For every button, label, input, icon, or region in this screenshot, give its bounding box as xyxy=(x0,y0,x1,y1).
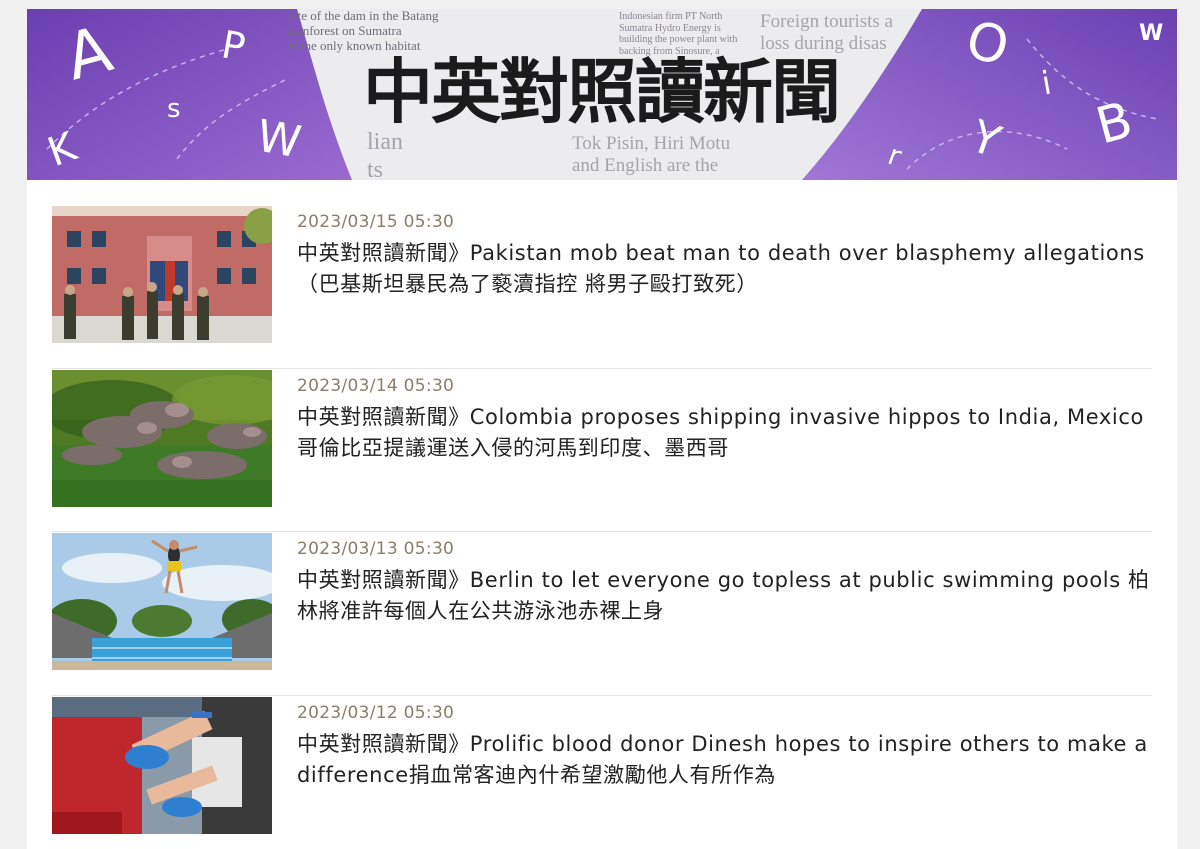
paper-text-left-bottom: lian ts xyxy=(367,129,403,180)
article-thumbnail[interactable] xyxy=(52,206,272,343)
article-text: 2023/03/13 05:30 中英對照讀新聞》Berlin to let e… xyxy=(272,532,1157,695)
paper-text-center-bottom: Tok Pisin, Hiri Motu and English are the xyxy=(572,133,731,176)
article-text: 2023/03/12 05:30 中英對照讀新聞》Prolific blood … xyxy=(272,696,1157,849)
article-list: 2023/03/15 05:30 中英對照讀新聞》Pakistan mob be… xyxy=(52,205,1152,849)
banner-letter: W xyxy=(252,110,305,169)
article-item[interactable]: 2023/03/14 05:30 中英對照讀新聞》Colombia propos… xyxy=(52,369,1152,532)
article-item[interactable]: 2023/03/12 05:30 中英對照讀新聞》Prolific blood … xyxy=(52,696,1152,849)
article-text: 2023/03/15 05:30 中英對照讀新聞》Pakistan mob be… xyxy=(272,205,1157,368)
article-item[interactable]: 2023/03/13 05:30 中英對照讀新聞》Berlin to let e… xyxy=(52,532,1152,696)
article-date: 2023/03/12 05:30 xyxy=(297,702,455,723)
banner-letter: W xyxy=(1139,21,1164,46)
article-thumbnail[interactable] xyxy=(52,696,272,834)
article-title-link[interactable]: 中英對照讀新聞》Colombia proposes shipping invas… xyxy=(297,402,1157,464)
site-banner[interactable]: Foreign tourists a loss during disas sit… xyxy=(27,9,1177,180)
paper-text-left-top: site of the dam in the Batang rainforest… xyxy=(289,9,439,53)
article-thumbnail[interactable] xyxy=(52,369,272,507)
page: Foreign tourists a loss during disas sit… xyxy=(27,9,1177,849)
article-item[interactable]: 2023/03/15 05:30 中英對照讀新聞》Pakistan mob be… xyxy=(52,205,1152,369)
article-thumbnail[interactable] xyxy=(52,533,272,670)
banner-letter: s xyxy=(167,94,181,124)
banner-title: 中英對照讀新聞 xyxy=(363,50,841,133)
article-date: 2023/03/13 05:30 xyxy=(297,539,455,559)
article-title-link[interactable]: 中英對照讀新聞》Prolific blood donor Dinesh hope… xyxy=(297,729,1157,791)
article-title-link[interactable]: 中英對照讀新聞》Berlin to let everyone go toples… xyxy=(297,565,1157,627)
article-date: 2023/03/15 05:30 xyxy=(297,212,455,232)
paper-text-right-top: Foreign tourists a loss during disas xyxy=(760,11,893,54)
article-title-link[interactable]: 中英對照讀新聞》Pakistan mob beat man to death o… xyxy=(297,238,1157,300)
article-text: 2023/03/14 05:30 中英對照讀新聞》Colombia propos… xyxy=(272,369,1157,532)
article-date: 2023/03/14 05:30 xyxy=(297,375,455,396)
